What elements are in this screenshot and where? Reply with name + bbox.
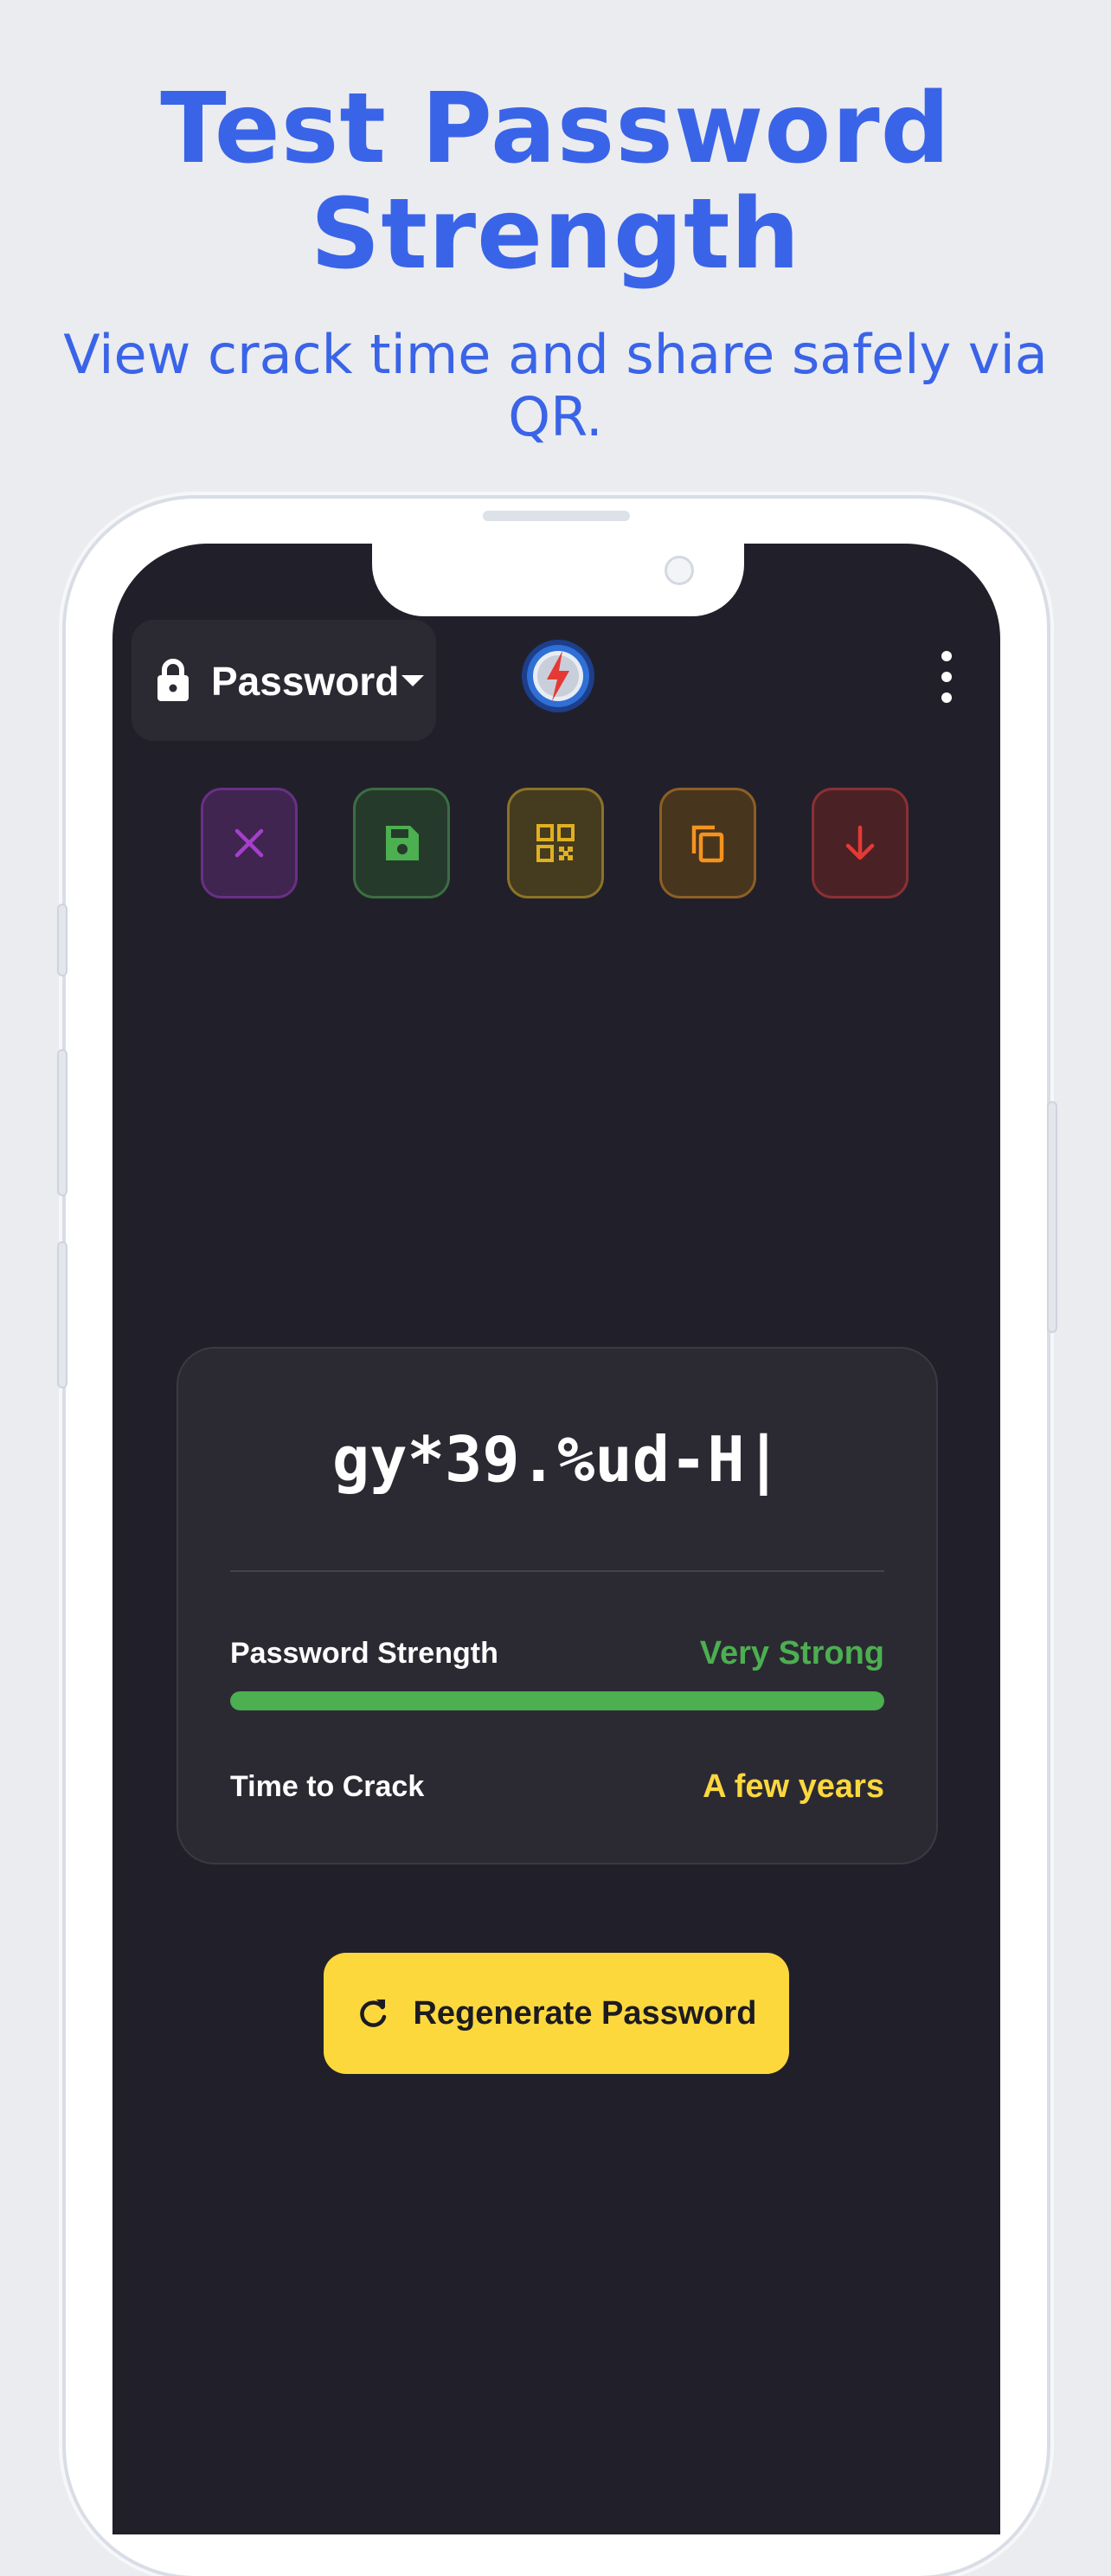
vertical-dots-menu-icon[interactable] <box>936 651 957 703</box>
strength-meter <box>230 1691 884 1710</box>
qr-code-button[interactable] <box>507 788 604 898</box>
password-card: gy*39.%ud-H| Password Strength Very Stro… <box>177 1347 938 1864</box>
lightning-bolt-logo-icon[interactable] <box>521 639 595 713</box>
regenerate-password-label: Regenerate Password <box>413 1995 757 2032</box>
strength-meter-fill <box>230 1691 884 1710</box>
qr-code-icon <box>536 824 575 862</box>
front-camera <box>665 556 694 585</box>
strength-label: Password Strength <box>230 1637 498 1670</box>
promo-subhead-line2: QR. <box>508 385 603 448</box>
phone-notch <box>372 544 744 616</box>
strength-value: Very Strong <box>699 1635 884 1671</box>
mode-selector[interactable]: Password <box>132 620 436 741</box>
phone-power-button <box>1047 1101 1057 1333</box>
promo-subhead: View crack time and share safely via QR. <box>35 324 1076 448</box>
app-screen: Password gy*39.%ud-H| Password Strength … <box>112 544 1000 2534</box>
save-button[interactable] <box>353 788 450 898</box>
refresh-icon <box>360 2000 387 2027</box>
password-display[interactable]: gy*39.%ud-H| <box>178 1423 936 1496</box>
copy-icon <box>691 825 724 863</box>
copy-button[interactable] <box>659 788 756 898</box>
download-button[interactable] <box>812 788 909 898</box>
clear-button[interactable] <box>201 788 298 898</box>
arrow-down-icon <box>845 825 875 860</box>
mode-label: Password <box>211 659 400 704</box>
crack-time-label: Time to Crack <box>230 1770 425 1803</box>
phone-mute-switch <box>57 904 67 976</box>
regenerate-password-button[interactable]: Regenerate Password <box>324 1953 789 2074</box>
lock-icon <box>157 659 189 701</box>
caret-down-icon <box>401 675 424 686</box>
phone-volume-down <box>57 1241 67 1388</box>
card-divider <box>230 1570 884 1572</box>
crack-time-value: A few years <box>703 1768 884 1805</box>
promo-subhead-line1: View crack time and share safely via <box>63 323 1048 386</box>
floppy-disk-icon <box>386 826 419 860</box>
phone-speaker <box>483 511 630 521</box>
promo-headline: Test Password Strength <box>0 76 1111 287</box>
promo-headline-line2: Strength <box>310 178 801 291</box>
phone-volume-up <box>57 1049 67 1196</box>
promo-headline-line1: Test Password <box>160 73 951 185</box>
close-icon <box>234 828 264 858</box>
